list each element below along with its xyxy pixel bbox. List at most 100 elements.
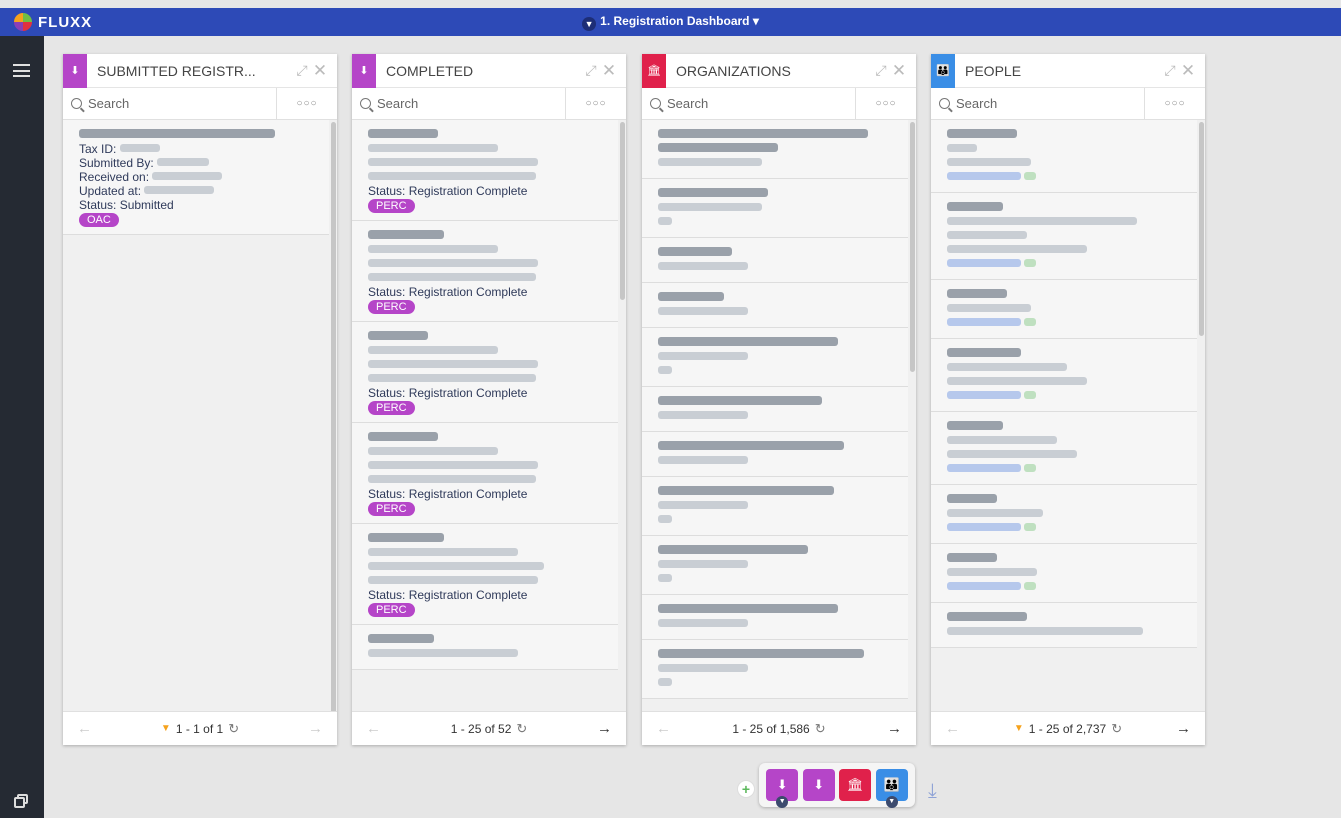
stacked-windows-icon[interactable] (14, 794, 28, 808)
list-item[interactable] (352, 625, 618, 670)
next-page-icon[interactable]: → (887, 720, 902, 737)
list-item[interactable] (931, 193, 1197, 280)
refresh-icon[interactable]: ↻ (228, 721, 239, 737)
program-badge: OAC (79, 213, 119, 227)
filter-icon: ▼ (160, 723, 171, 734)
pin-icon[interactable]: ⤢ (582, 62, 600, 79)
list-item[interactable] (931, 280, 1197, 339)
card-title: PEOPLE (965, 62, 1022, 79)
card-footer: ← ▼ 1 - 25 of 2,737 ↻ → (931, 711, 1205, 745)
list-item[interactable] (931, 485, 1197, 544)
dock-organizations-button[interactable]: 🏛 (839, 769, 872, 801)
more-options-button[interactable]: ○○○ (1145, 88, 1205, 119)
download-icon: ⬇ (776, 777, 788, 792)
list-item[interactable] (642, 640, 908, 699)
list-item[interactable]: Status: Registration Complete PERC (352, 423, 618, 524)
search-icon (650, 98, 661, 109)
list-item[interactable]: Status: Registration Complete PERC (352, 120, 618, 221)
card-header: 👪 PEOPLE ⤢ ✕ (931, 53, 1205, 88)
pager-text: 1 - 25 of 1,586 (732, 721, 810, 736)
status-text: Status: Registration Complete (368, 386, 528, 400)
download-all-icon[interactable]: ⤓ (928, 780, 937, 803)
list-item[interactable]: Status: Registration Complete PERC (352, 322, 618, 423)
close-icon[interactable]: ✕ (311, 61, 329, 81)
next-page-icon[interactable]: → (1176, 720, 1191, 737)
list-item[interactable] (642, 328, 908, 387)
close-icon[interactable]: ✕ (600, 61, 618, 81)
list-item[interactable] (642, 536, 908, 595)
card-footer: ← ▼ 1 - 1 of 1 ↻ → (63, 711, 337, 745)
close-icon[interactable]: ✕ (890, 61, 908, 81)
pager: 1 - 25 of 1,586 ↻ (732, 721, 825, 737)
list-item[interactable] (642, 179, 908, 238)
next-page-icon[interactable]: → (308, 720, 323, 737)
refresh-icon[interactable]: ↻ (516, 721, 527, 737)
download-icon: ⬇ (63, 53, 87, 88)
list-item[interactable] (642, 595, 908, 640)
list-item[interactable] (931, 412, 1197, 485)
list-item[interactable] (642, 120, 908, 179)
search-box (642, 88, 856, 119)
list-item[interactable]: Status: Registration Complete PERC (352, 524, 618, 625)
list-item[interactable] (931, 544, 1197, 603)
list-item[interactable] (931, 603, 1197, 648)
search-box (352, 88, 566, 119)
list-item[interactable]: Tax ID: Submitted By: Received on: Updat… (63, 120, 329, 235)
search-icon (360, 98, 371, 109)
refresh-icon[interactable]: ↻ (1111, 721, 1122, 737)
scrollbar[interactable] (620, 122, 625, 300)
status-text: Status: Registration Complete (368, 285, 528, 299)
scrollbar[interactable] (331, 122, 336, 714)
dock-completed-button[interactable]: ⬇ (802, 769, 835, 801)
card-people: 👪 PEOPLE ⤢ ✕ ○○○ (931, 53, 1205, 745)
program-badge: PERC (368, 300, 415, 314)
card-list[interactable]: Tax ID: Submitted By: Received on: Updat… (63, 120, 337, 712)
card-submitted-registrations: ⬇ SUBMITTED REGISTR... ⤢ ✕ ○○○ Tax ID: S… (63, 53, 337, 745)
dock-people-button[interactable]: 👪 ▼ (875, 769, 908, 808)
more-options-button[interactable]: ○○○ (277, 88, 337, 119)
dock-submitted-registrations-button[interactable]: ⬇ ▼ (766, 769, 799, 808)
next-page-icon[interactable]: → (597, 720, 612, 737)
card-list[interactable] (642, 120, 916, 712)
prev-page-icon[interactable]: ← (77, 720, 92, 737)
list-item[interactable] (931, 339, 1197, 412)
refresh-icon[interactable]: ↻ (815, 721, 826, 737)
search-input[interactable] (956, 96, 1106, 111)
filter-icon: ▼ (885, 796, 898, 808)
card-list[interactable]: Status: Registration Complete PERC Statu… (352, 120, 626, 712)
card-header: ⬇ SUBMITTED REGISTR... ⤢ ✕ (63, 53, 337, 88)
add-card-button[interactable]: + (737, 780, 755, 798)
prev-page-icon[interactable]: ← (366, 720, 381, 737)
list-item[interactable] (642, 283, 908, 328)
more-options-button[interactable]: ○○○ (566, 88, 626, 119)
pin-icon[interactable]: ⤢ (1161, 62, 1179, 79)
list-item[interactable] (642, 387, 908, 432)
hamburger-menu-icon[interactable] (13, 64, 30, 77)
more-options-button[interactable]: ○○○ (856, 88, 916, 119)
card-list[interactable] (931, 120, 1205, 712)
search-input[interactable] (88, 96, 238, 111)
list-item[interactable] (642, 238, 908, 283)
prev-page-icon[interactable]: ← (656, 720, 671, 737)
close-icon[interactable]: ✕ (1179, 61, 1197, 81)
download-icon: ⬇ (813, 777, 825, 792)
search-input[interactable] (667, 96, 817, 111)
top-bar: FLUXX ▼ 1. Registration Dashboard ▾ (0, 8, 1341, 36)
scrollbar[interactable] (910, 122, 915, 372)
list-item[interactable] (642, 477, 908, 536)
pager-text: 1 - 25 of 52 (450, 721, 512, 736)
status-text: Status: Submitted (79, 198, 174, 212)
scrollbar[interactable] (1199, 122, 1204, 336)
dashboard-title[interactable]: ▼ 1. Registration Dashboard ▾ (0, 14, 1341, 31)
search-input[interactable] (377, 96, 527, 111)
list-item[interactable]: Status: Registration Complete PERC (352, 221, 618, 322)
pin-icon[interactable]: ⤢ (872, 62, 890, 79)
card-title: ORGANIZATIONS (676, 62, 791, 79)
card-title: SUBMITTED REGISTR... (97, 62, 256, 79)
search-icon (71, 98, 82, 109)
pin-icon[interactable]: ⤢ (293, 62, 311, 79)
pager-text: 1 - 25 of 2,737 (1028, 721, 1107, 736)
list-item[interactable] (642, 432, 908, 477)
prev-page-icon[interactable]: ← (945, 720, 960, 737)
list-item[interactable] (931, 120, 1197, 193)
